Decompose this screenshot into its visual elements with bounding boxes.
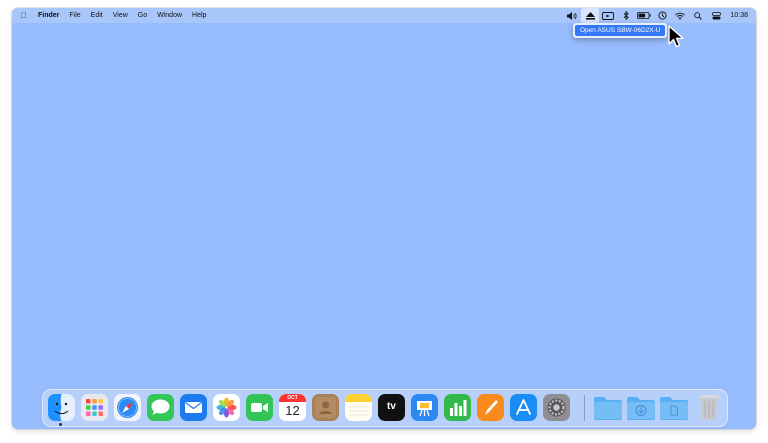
settings-icon[interactable] bbox=[543, 394, 570, 421]
time-machine-icon[interactable] bbox=[653, 8, 671, 23]
eject-menu: Open ASUS SBW-06D2X-U bbox=[573, 23, 668, 38]
wifi-icon[interactable] bbox=[671, 8, 689, 23]
app-menu-finder[interactable]: Finder bbox=[33, 8, 64, 23]
finder-icon[interactable] bbox=[48, 394, 75, 421]
appletv-icon[interactable]: tv bbox=[378, 394, 405, 421]
appletv-label: tv bbox=[387, 401, 396, 412]
safari-icon[interactable] bbox=[114, 394, 141, 421]
apple-menu-icon[interactable]:  bbox=[12, 8, 33, 23]
menu-help[interactable]: Help bbox=[187, 8, 211, 23]
menu-go[interactable]: Go bbox=[133, 8, 152, 23]
mail-icon[interactable] bbox=[180, 394, 207, 421]
screen-mirroring-icon[interactable] bbox=[599, 8, 617, 23]
notes-icon[interactable] bbox=[345, 394, 372, 421]
calendar-month: OCT bbox=[287, 395, 298, 401]
menu-view[interactable]: View bbox=[108, 8, 133, 23]
spotlight-search-icon[interactable] bbox=[689, 8, 707, 23]
keynote-icon[interactable] bbox=[411, 394, 438, 421]
launchpad-icon[interactable] bbox=[81, 394, 108, 421]
menu-window[interactable]: Window bbox=[152, 8, 187, 23]
dock: OCT 12 tv bbox=[42, 389, 728, 427]
photos-icon[interactable] bbox=[213, 394, 240, 421]
eject-icon[interactable] bbox=[581, 8, 600, 23]
bluetooth-icon[interactable] bbox=[617, 8, 635, 23]
desktop[interactable]:  Finder File Edit View Go Window Help bbox=[12, 8, 756, 429]
pages-icon[interactable] bbox=[477, 394, 504, 421]
running-indicator bbox=[59, 423, 62, 426]
facetime-icon[interactable] bbox=[246, 394, 273, 421]
downloads-folder-icon[interactable] bbox=[626, 396, 656, 420]
menu-edit[interactable]: Edit bbox=[86, 8, 108, 23]
volume-icon[interactable] bbox=[563, 8, 581, 23]
calendar-day: 12 bbox=[285, 403, 300, 418]
messages-icon[interactable] bbox=[147, 394, 174, 421]
menubar-clock[interactable]: 10:38 bbox=[725, 8, 748, 23]
trash-icon[interactable] bbox=[697, 393, 721, 422]
applications-folder-icon[interactable] bbox=[593, 396, 623, 420]
calendar-icon[interactable]: OCT 12 bbox=[279, 394, 306, 421]
open-disc-drive-item[interactable]: Open ASUS SBW-06D2X-U bbox=[575, 25, 666, 36]
menu-file[interactable]: File bbox=[64, 8, 85, 23]
mouse-pointer-icon bbox=[668, 25, 684, 54]
control-center-icon[interactable] bbox=[707, 8, 725, 23]
battery-icon[interactable] bbox=[635, 8, 653, 23]
dock-divider bbox=[584, 395, 585, 421]
menu-bar:  Finder File Edit View Go Window Help bbox=[12, 8, 756, 23]
appstore-icon[interactable] bbox=[510, 394, 537, 421]
documents-folder-icon[interactable] bbox=[659, 396, 689, 420]
numbers-icon[interactable] bbox=[444, 394, 471, 421]
contacts-icon[interactable] bbox=[312, 394, 339, 421]
